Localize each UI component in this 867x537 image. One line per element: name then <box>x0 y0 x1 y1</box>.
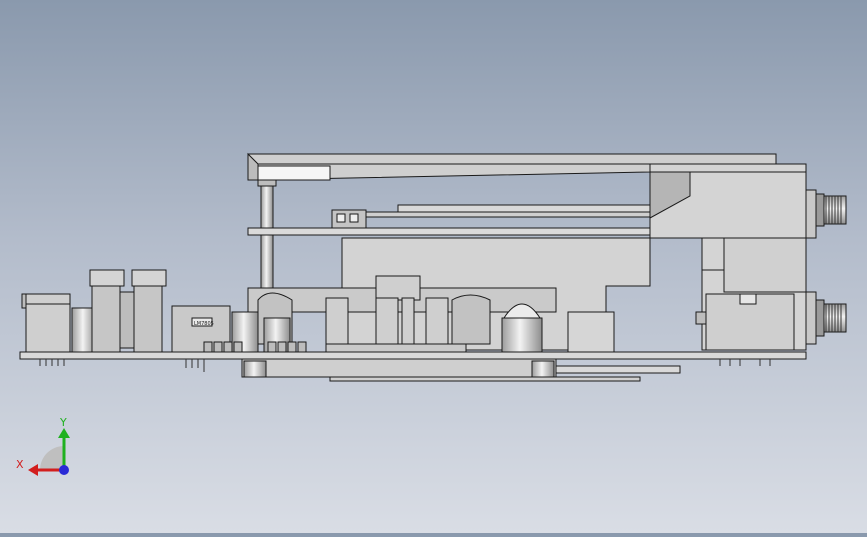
stacked-pcb-boards <box>247 204 651 236</box>
sma-connector-bottom <box>815 299 847 337</box>
terminal-blocks <box>89 269 167 353</box>
regulator-label: LM7805 <box>194 321 214 327</box>
main-pcb <box>19 351 807 360</box>
x-axis-label: X <box>16 458 24 471</box>
rj45-jack <box>695 293 795 351</box>
left-connector-block <box>21 293 71 353</box>
rf-shield <box>247 237 651 353</box>
model-side-view: LM7805 Y X <box>16 152 847 476</box>
coordinate-triad-icon <box>28 428 70 476</box>
sma-connector-top <box>815 193 847 227</box>
bottom-components <box>241 358 681 382</box>
y-axis-label: Y <box>59 416 67 429</box>
cad-viewport[interactable]: LM7805 Y X <box>0 0 867 533</box>
